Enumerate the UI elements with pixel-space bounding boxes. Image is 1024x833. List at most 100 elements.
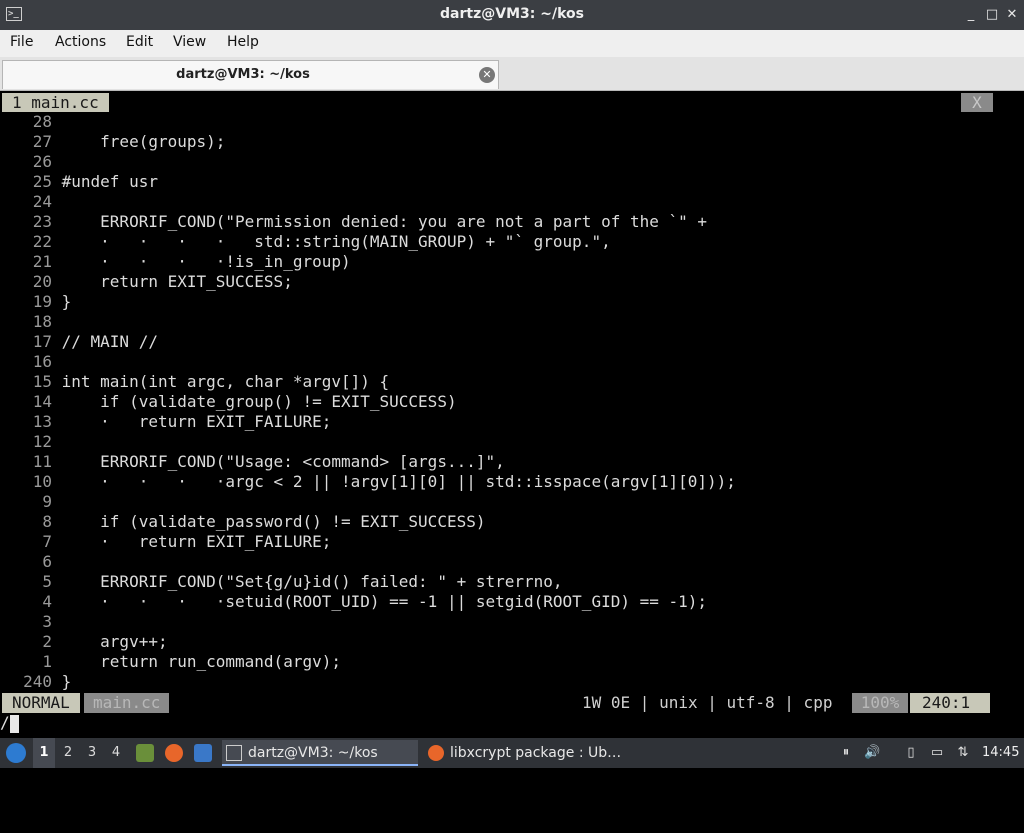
menu-actions[interactable]: Actions [55, 34, 106, 50]
code-line: 7 · return EXIT_FAILURE; [0, 532, 331, 552]
close-button[interactable]: ✕ [1003, 6, 1021, 24]
code-text: #undef usr [52, 172, 158, 191]
pause-icon[interactable]: ⏸ [838, 745, 854, 761]
workspace-3[interactable]: 3 [81, 738, 103, 768]
code-text: free(groups); [52, 132, 226, 151]
code-line: 9 [0, 492, 62, 512]
line-number: 26 [32, 152, 52, 171]
code-text: · · · ·!is_in_group) [52, 252, 351, 271]
volume-icon[interactable]: 🔊 [864, 745, 880, 761]
code-text: } [52, 292, 72, 311]
code-line: 240 } [0, 672, 71, 692]
line-number: 2 [42, 632, 52, 651]
workspace-4[interactable]: 4 [105, 738, 127, 768]
firefox-icon[interactable] [165, 744, 183, 762]
code-text: ERRORIF_COND("Permission denied: you are… [52, 212, 708, 231]
line-number: 6 [42, 552, 52, 571]
code-text: int main(int argc, char *argv[]) { [52, 372, 390, 391]
menu-view[interactable]: View [173, 34, 206, 50]
workspace-1[interactable]: 1 [33, 738, 55, 768]
code-text: return EXIT_SUCCESS; [52, 272, 293, 291]
code-line: 17 // MAIN // [0, 332, 158, 352]
line-number: 9 [42, 492, 52, 511]
workspace-2[interactable]: 2 [57, 738, 79, 768]
minimize-button[interactable]: _ [962, 6, 980, 24]
line-number: 19 [32, 292, 52, 311]
vim-file-info: 1W 0E | unix | utf-8 | cpp [582, 693, 833, 712]
code-line: 24 [0, 192, 62, 212]
tab-label: dartz@VM3: ~/kos [176, 67, 310, 82]
vim-mode: NORMAL [2, 693, 80, 713]
menu-edit[interactable]: Edit [126, 34, 153, 50]
code-line: 3 [0, 612, 62, 632]
vim-filename: main.cc [84, 693, 170, 713]
vim-cmdline[interactable]: / [0, 713, 19, 733]
line-number: 8 [42, 512, 52, 531]
code-line: 6 [0, 552, 62, 572]
vim-percent: 100% [852, 693, 908, 713]
code-line: 8 if (validate_password() != EXIT_SUCCES… [0, 512, 485, 532]
line-number: 12 [32, 432, 52, 451]
display-icon[interactable]: ▭ [929, 745, 945, 761]
clock[interactable]: 14:45 [982, 738, 1019, 768]
task-firefox[interactable]: libxcrypt package : Ub… [424, 740, 634, 766]
clipboard-icon[interactable]: ▯ [903, 745, 919, 761]
menu-help[interactable]: Help [227, 34, 259, 50]
line-number: 15 [32, 372, 52, 391]
code-line: 12 [0, 432, 62, 452]
line-number: 28 [32, 112, 52, 131]
line-number: 3 [42, 612, 52, 631]
code-line: 2 argv++; [0, 632, 168, 652]
vim-cmdline-text: / [0, 713, 10, 732]
vim-cursor-position: 240:1 [910, 693, 990, 713]
task-terminal[interactable]: dartz@VM3: ~/kos [222, 740, 418, 766]
code-text: return run_command(argv); [52, 652, 341, 671]
line-number: 4 [42, 592, 52, 611]
firefox-icon [428, 745, 444, 761]
network-icon[interactable]: ⇅ [955, 745, 971, 761]
vim-tab-main-cc[interactable]: 1 main.cc [2, 93, 109, 112]
code-line: 23 ERRORIF_COND("Permission denied: you … [0, 212, 707, 232]
code-text: argv++; [52, 632, 168, 651]
code-line: 14 if (validate_group() != EXIT_SUCCESS) [0, 392, 457, 412]
code-text: · · · ·argc < 2 || !argv[1][0] || std::i… [52, 472, 736, 491]
line-number: 5 [42, 572, 52, 591]
code-line: 27 free(groups); [0, 132, 226, 152]
desktop-icon[interactable] [194, 744, 212, 762]
line-number: 20 [32, 272, 52, 291]
line-number: 27 [32, 132, 52, 151]
line-number: 22 [32, 232, 52, 251]
menu-file[interactable]: File [10, 34, 33, 50]
start-menu-icon[interactable] [6, 743, 26, 763]
line-number: 10 [32, 472, 52, 491]
code-text: if (validate_group() != EXIT_SUCCESS) [52, 392, 457, 411]
task-terminal-label: dartz@VM3: ~/kos [248, 745, 378, 761]
code-text: ERRORIF_COND("Set{g/u}id() failed: " + s… [52, 572, 563, 591]
code-line: 4 · · · ·setuid(ROOT_UID) == -1 || setgi… [0, 592, 707, 612]
tab-terminal[interactable]: dartz@VM3: ~/kos ✕ [2, 60, 499, 89]
file-manager-icon[interactable] [136, 744, 154, 762]
code-text: } [52, 672, 72, 691]
code-line: 15 int main(int argc, char *argv[]) { [0, 372, 389, 392]
tab-close-icon[interactable]: ✕ [479, 67, 495, 83]
code-line: 1 return run_command(argv); [0, 652, 341, 672]
code-line: 10 · · · ·argc < 2 || !argv[1][0] || std… [0, 472, 736, 492]
code-text: ERRORIF_COND("Usage: <command> [args...]… [52, 452, 505, 471]
maximize-button[interactable]: □ [983, 6, 1001, 24]
line-number: 25 [32, 172, 52, 191]
terminal-area[interactable]: 1 main.cc X 28 27 free(groups); 26 25 #un… [0, 91, 1024, 738]
code-text: · return EXIT_FAILURE; [52, 412, 332, 431]
vim-tab-close[interactable]: X [961, 93, 993, 112]
code-line: 18 [0, 312, 62, 332]
code-text: · return EXIT_FAILURE; [52, 532, 332, 551]
code-line: 20 return EXIT_SUCCESS; [0, 272, 293, 292]
window-title: dartz@VM3: ~/kos [440, 6, 584, 22]
code-line: 5 ERRORIF_COND("Set{g/u}id() failed: " +… [0, 572, 563, 592]
